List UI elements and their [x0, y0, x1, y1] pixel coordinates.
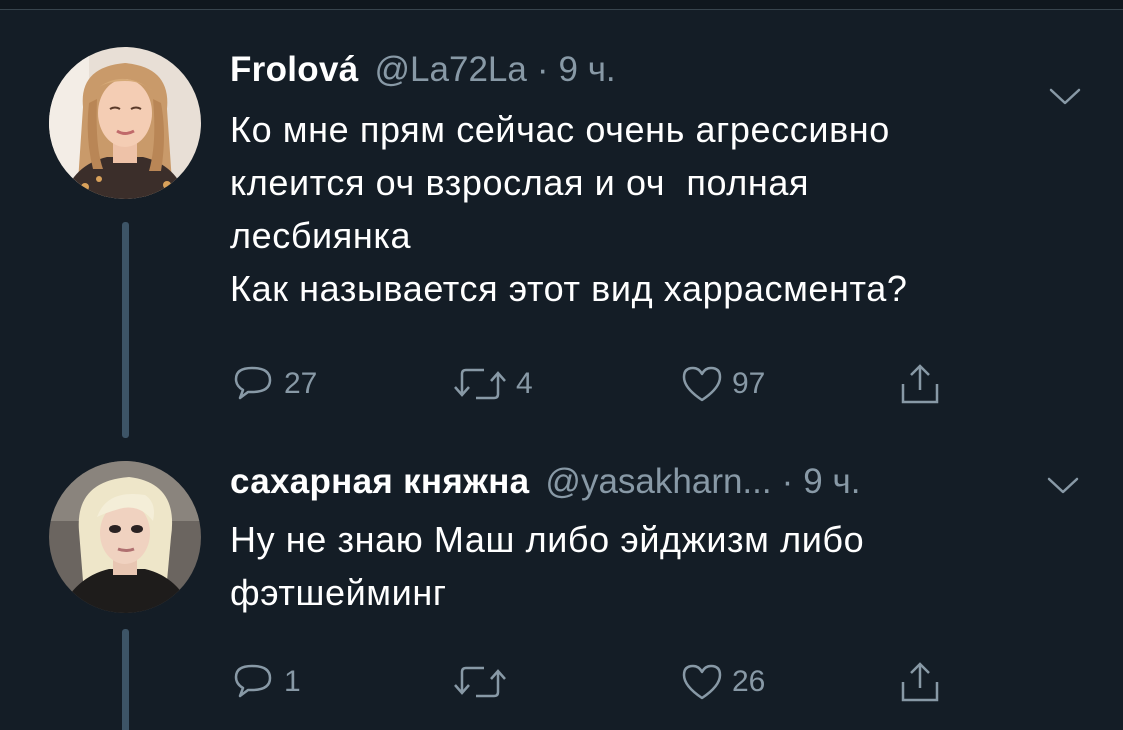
avatar[interactable]	[49, 47, 201, 199]
tweet-text-line: Ну не знаю Маш либо эйджизм либо	[230, 519, 865, 560]
retweet-count: 4	[516, 367, 533, 400]
tweet-text-line: лесбиянка	[230, 215, 412, 256]
chevron-down-icon[interactable]	[1047, 84, 1083, 108]
timeline: Frolová @La72La · 9 ч. Ко мне прям сейча…	[0, 0, 1123, 730]
avatar[interactable]	[49, 461, 201, 613]
chevron-down-icon[interactable]	[1045, 473, 1081, 497]
tweet-text-line: фэтшейминг	[230, 572, 447, 613]
username-handle[interactable]: @yasakharn...	[545, 460, 771, 504]
thread-line	[122, 629, 129, 730]
retweet-button[interactable]: 4	[450, 360, 533, 408]
reply-count: 1	[284, 665, 301, 698]
tweet-header: сахарная княжна @yasakharn... · 9 ч.	[230, 460, 860, 504]
top-divider	[0, 0, 1123, 10]
share-icon	[896, 362, 944, 406]
reply-button[interactable]: 1	[230, 658, 301, 706]
reply-icon	[230, 362, 278, 406]
reply-count: 27	[284, 367, 318, 400]
timestamp[interactable]: 9 ч.	[559, 48, 616, 92]
like-button[interactable]: 26	[678, 658, 765, 706]
like-count: 26	[732, 665, 766, 698]
tweet-text-line: Как называется этот вид харрасмента?	[230, 268, 908, 309]
like-button[interactable]: 97	[678, 360, 765, 408]
heart-icon	[678, 660, 726, 704]
tweet-actions: 1 26	[230, 658, 950, 706]
tweet-header: Frolová @La72La · 9 ч.	[230, 48, 616, 92]
retweet-icon	[450, 660, 510, 704]
username-handle[interactable]: @La72La	[375, 48, 527, 92]
heart-icon	[678, 362, 726, 406]
share-button[interactable]	[896, 360, 944, 408]
separator-dot: ·	[536, 50, 549, 89]
display-name[interactable]: Frolová	[230, 48, 359, 92]
share-button[interactable]	[896, 658, 944, 706]
tweet-text-line: клеится оч взрослая и оч полная	[230, 162, 810, 203]
retweet-icon	[450, 362, 510, 406]
like-count: 97	[732, 367, 766, 400]
reply-icon	[230, 660, 278, 704]
display-name[interactable]: сахарная княжна	[230, 460, 529, 504]
tweet-text-line: Ко мне прям сейчас очень агрессивно	[230, 109, 890, 150]
thread-line	[122, 222, 129, 438]
share-icon	[896, 660, 944, 704]
reply-button[interactable]: 27	[230, 360, 317, 408]
separator-dot: ·	[781, 462, 794, 501]
tweet-actions: 27 4 97	[230, 360, 950, 408]
timestamp[interactable]: 9 ч.	[803, 460, 860, 504]
tweet-text: Ко мне прям сейчас очень агрессивно клеит…	[230, 103, 907, 315]
tweet-text: Ну не знаю Маш либо эйджизм либо фэтшейми…	[230, 513, 864, 619]
retweet-button[interactable]	[450, 658, 516, 706]
